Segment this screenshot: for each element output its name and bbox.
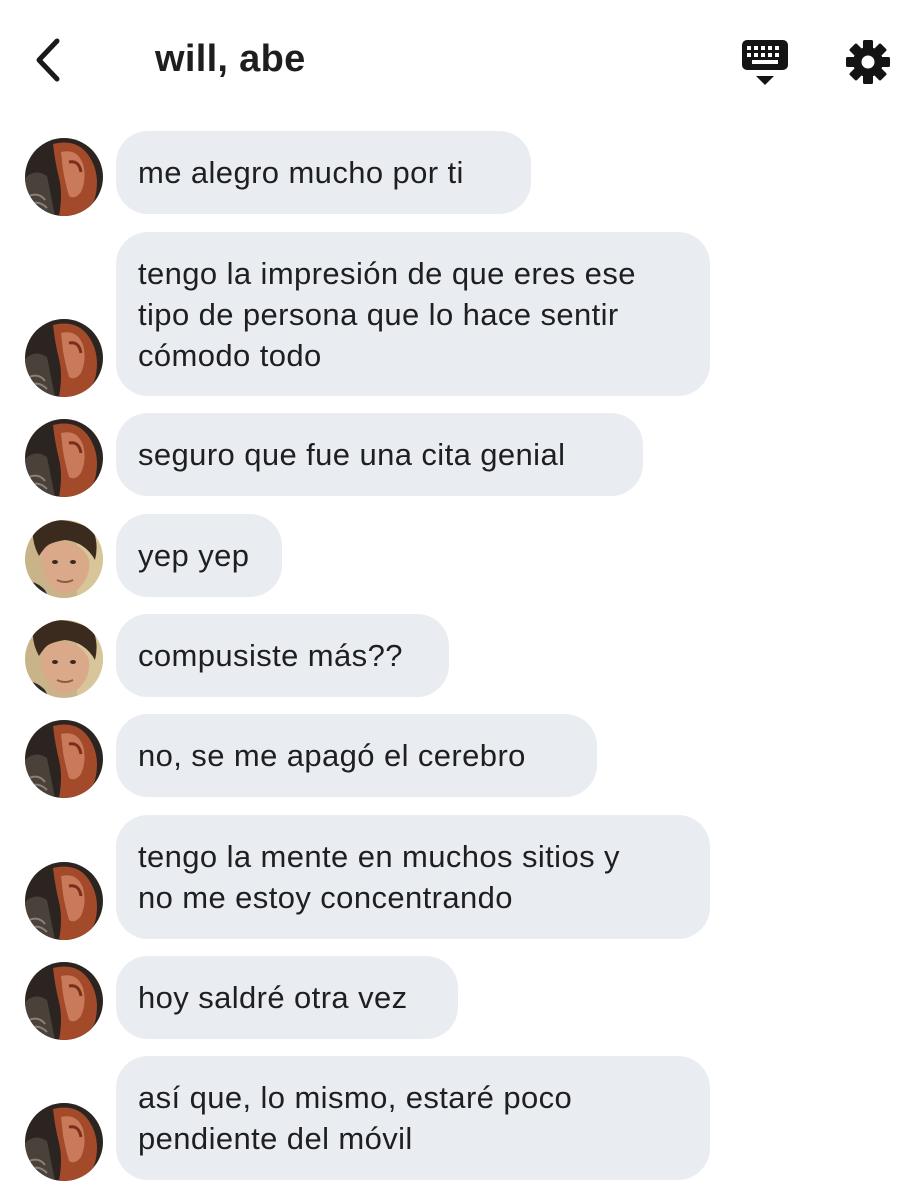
message-bubble[interactable]: hoy saldré otra vez bbox=[116, 956, 458, 1039]
avatar-abe[interactable] bbox=[25, 862, 103, 940]
avatar-abe[interactable] bbox=[25, 419, 103, 497]
message-bubble[interactable]: tengo la mente en muchos sitios y no me … bbox=[116, 815, 710, 939]
avatar-will[interactable] bbox=[25, 520, 103, 598]
message-bubble[interactable]: me alegro mucho por ti bbox=[116, 131, 531, 214]
message-bubble[interactable]: yep yep bbox=[116, 514, 282, 597]
avatar-abe[interactable] bbox=[25, 319, 103, 397]
message-bubble[interactable]: compusiste más?? bbox=[116, 614, 449, 697]
avatar-abe[interactable] bbox=[25, 720, 103, 798]
message-thread: me alegro mucho por ti tengo la impresió… bbox=[0, 0, 919, 1200]
avatar-abe[interactable] bbox=[25, 962, 103, 1040]
avatar-abe[interactable] bbox=[25, 1103, 103, 1181]
avatar-will[interactable] bbox=[25, 620, 103, 698]
avatar-abe[interactable] bbox=[25, 138, 103, 216]
message-bubble[interactable]: seguro que fue una cita genial bbox=[116, 413, 643, 496]
message-bubble[interactable]: así que, lo mismo, estaré poco pendiente… bbox=[116, 1056, 710, 1180]
message-bubble[interactable]: no, se me apagó el cerebro bbox=[116, 714, 597, 797]
message-bubble[interactable]: tengo la impresión de que eres ese tipo … bbox=[116, 232, 710, 396]
